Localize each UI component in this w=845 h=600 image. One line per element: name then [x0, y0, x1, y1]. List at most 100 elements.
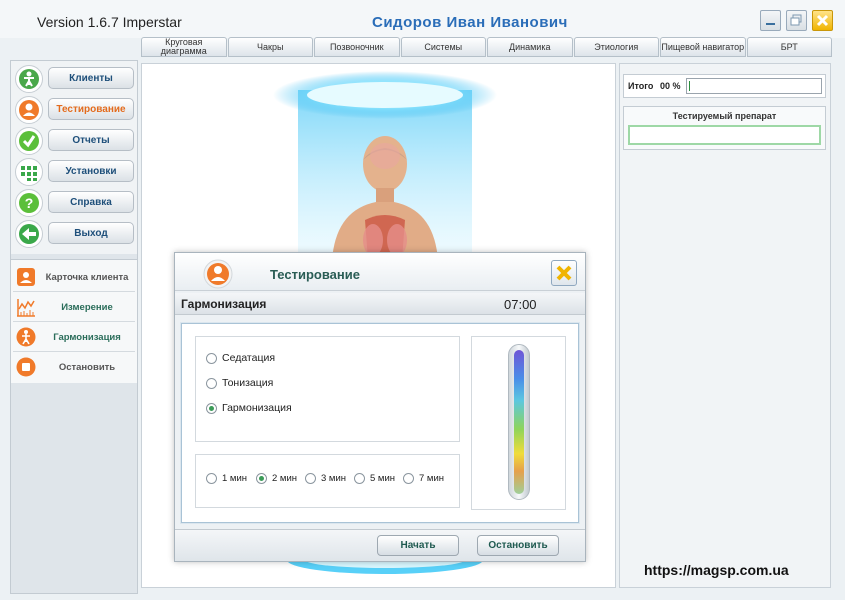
session-actions: Карточка клиента Измерение Гармонизация …: [11, 259, 137, 383]
nav-help: ? Справка: [15, 189, 135, 217]
testing-dialog: Тестирование Гармонизация 07:00 Седатаци…: [174, 252, 586, 562]
website-watermark: https://magsp.com.ua: [644, 562, 789, 578]
checkmark-icon: [15, 127, 43, 155]
duration-label: 3 мин: [321, 473, 347, 484]
radio-indicator: [206, 352, 217, 364]
harmonization-label: Гармонизация: [53, 332, 121, 343]
help-button[interactable]: Справка: [48, 191, 134, 213]
radio-indicator: [206, 473, 217, 484]
mode-label: Седатация: [222, 352, 276, 364]
level-meter-panel: [471, 336, 566, 510]
tab-spine[interactable]: Позвоночник: [314, 37, 400, 57]
reports-button[interactable]: Отчеты: [48, 129, 134, 151]
timer-display: 07:00: [504, 297, 537, 312]
stop-icon: [16, 357, 36, 377]
title-bar: Version 1.6.7 Imperstar Сидоров Иван Ива…: [0, 0, 845, 38]
total-label: Итого: [628, 81, 654, 91]
duration-label: 5 мин: [370, 473, 396, 484]
grid-icon: [15, 158, 43, 186]
action-measurement[interactable]: Измерение: [13, 293, 135, 322]
minimize-button[interactable]: [760, 10, 781, 31]
nav-testing: Тестирование: [15, 96, 135, 124]
main-navigation: Клиенты Тестирование Отчеты Установки ? …: [11, 61, 137, 254]
duration-label: 1 мин: [222, 473, 248, 484]
main-tabs: Круговая диаграмма Чакры Позвоночник Сис…: [141, 37, 833, 57]
duration-radio-7min[interactable]: 7 мин: [403, 473, 444, 484]
measurement-chart-icon: [17, 299, 35, 317]
duration-radio-1min[interactable]: 1 мин: [206, 473, 247, 484]
settings-button[interactable]: Установки: [48, 160, 134, 182]
duration-label: 2 мин: [272, 473, 298, 484]
stop-label: Остановить: [58, 362, 116, 373]
dialog-title: Тестирование: [270, 267, 360, 282]
nav-reports: Отчеты: [15, 127, 135, 155]
user-icon: [15, 96, 43, 124]
nav-settings: Установки: [15, 158, 135, 186]
mode-options-group: Седатация Тонизация Гармонизация: [195, 336, 460, 442]
close-window-button[interactable]: [812, 10, 833, 31]
total-percent-value: 00 %: [660, 81, 681, 91]
duration-options-group: 1 мин 2 мин 3 мин 5 мин 7 мин: [195, 454, 460, 508]
duration-radio-2min[interactable]: 2 мин: [256, 473, 297, 484]
question-icon: ?: [15, 189, 43, 217]
action-client-card[interactable]: Карточка клиента: [13, 263, 135, 292]
level-meter-tube: [508, 344, 530, 500]
duration-radio-3min[interactable]: 3 мин: [305, 473, 346, 484]
tab-systems[interactable]: Системы: [400, 37, 486, 57]
total-progress-fill: [689, 81, 690, 91]
dialog-close-button[interactable]: [551, 260, 577, 286]
minimize-icon: [766, 23, 775, 25]
app-version-title: Version 1.6.7 Imperstar: [37, 14, 182, 30]
dialog-footer: Начать Остановить: [175, 529, 585, 561]
tab-brt[interactable]: БРТ: [746, 37, 832, 57]
tab-dynamics[interactable]: Динамика: [487, 37, 573, 57]
exit-button[interactable]: Выход: [48, 222, 134, 244]
radio-indicator: [305, 473, 316, 484]
action-harmonization[interactable]: Гармонизация: [13, 323, 135, 352]
nav-clients: Клиенты: [15, 65, 135, 93]
maximize-button[interactable]: [786, 10, 807, 31]
harmonization-icon: [16, 327, 36, 347]
restore-icon: [790, 14, 802, 26]
testing-button[interactable]: Тестирование: [48, 98, 134, 120]
mode-radio-tonization[interactable]: Тонизация: [206, 377, 273, 389]
current-client-name: Сидоров Иван Иванович: [372, 14, 568, 31]
measurement-label: Измерение: [61, 302, 113, 313]
svg-text:?: ?: [25, 195, 34, 211]
clients-button[interactable]: Клиенты: [48, 67, 134, 89]
client-card-label: Карточка клиента: [45, 272, 129, 283]
dialog-header: Тестирование: [175, 253, 585, 291]
current-mode-title: Гармонизация: [181, 297, 267, 311]
tab-pie-chart[interactable]: Круговая диаграмма: [141, 37, 227, 57]
tab-food-navigator[interactable]: Пищевой навигатор: [660, 37, 746, 57]
level-meter-gradient: [514, 350, 524, 494]
mode-radio-harmonization[interactable]: Гармонизация: [206, 402, 292, 414]
tested-preparation-field[interactable]: [628, 125, 821, 145]
stop-button[interactable]: Остановить: [477, 535, 559, 556]
dialog-body: Седатация Тонизация Гармонизация 1 мин 2…: [180, 322, 580, 524]
duration-label: 7 мин: [419, 473, 445, 484]
close-icon: [556, 265, 572, 281]
duration-radio-5min[interactable]: 5 мин: [354, 473, 395, 484]
action-stop[interactable]: Остановить: [13, 353, 135, 382]
tab-etiology[interactable]: Этиология: [573, 37, 659, 57]
start-button[interactable]: Начать: [377, 535, 459, 556]
radio-indicator: [403, 473, 414, 484]
nav-exit: Выход: [15, 220, 135, 248]
mode-label: Гармонизация: [222, 402, 292, 414]
mode-radio-sedation[interactable]: Седатация: [206, 352, 275, 364]
exit-arrow-icon: [15, 220, 43, 248]
radio-indicator: [206, 402, 217, 414]
tab-chakras[interactable]: Чакры: [227, 37, 313, 57]
mode-label: Тонизация: [222, 377, 274, 389]
client-card-icon: [17, 268, 35, 286]
user-icon: [203, 259, 233, 289]
right-panel: Итого 00 % Тестируемый препарат: [619, 63, 831, 588]
radio-indicator: [354, 473, 365, 484]
radio-indicator: [206, 377, 217, 389]
total-progress-bar: [686, 78, 822, 94]
body-scan-illustration: [273, 71, 497, 260]
left-sidebar: Клиенты Тестирование Отчеты Установки ? …: [10, 60, 138, 594]
dialog-subheader: Гармонизация 07:00: [175, 293, 585, 315]
radio-indicator: [256, 473, 267, 484]
